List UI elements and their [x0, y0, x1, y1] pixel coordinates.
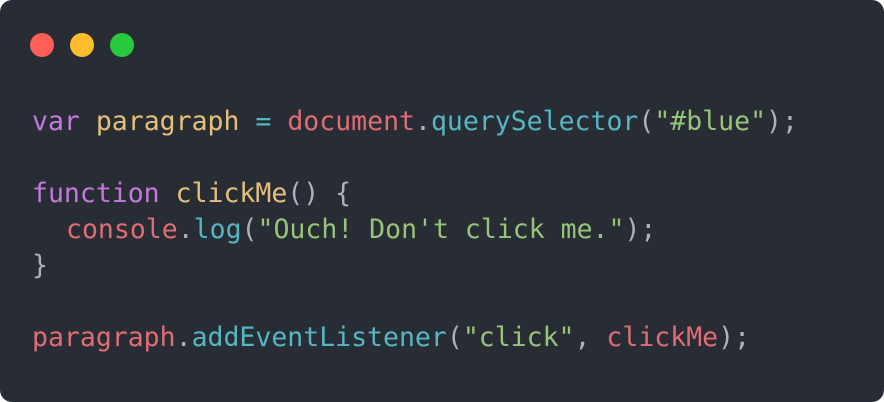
code-token-punctuation: (: [241, 214, 258, 245]
code-token-method: log: [193, 214, 242, 245]
code-line: var paragraph = document.querySelector("…: [32, 104, 798, 140]
code-token-punctuation: (: [446, 322, 463, 353]
code-token-variable: document: [287, 106, 415, 137]
code-block: var paragraph = document.querySelector("…: [32, 104, 798, 356]
code-line: paragraph.addEventListener("click", clic…: [32, 320, 798, 356]
code-token-keyword: var: [32, 106, 80, 137]
code-token-string: "click": [462, 322, 575, 353]
code-token-punctuation: ,: [574, 322, 607, 353]
code-token-variable: clickMe: [606, 322, 719, 353]
code-line: }: [32, 248, 798, 284]
code-line: console.log("Ouch! Don't click me.");: [32, 212, 798, 248]
code-token-method: addEventListener: [191, 322, 447, 353]
code-token-punctuation: }: [32, 250, 48, 281]
close-dot-icon[interactable]: [30, 33, 54, 57]
code-token-string: "Ouch! Don't click me.": [257, 214, 625, 245]
code-token-punctuation: .: [175, 322, 192, 353]
code-token-method: =: [255, 106, 272, 137]
code-token-function: paragraph: [95, 106, 240, 137]
code-token-variable: paragraph: [32, 322, 176, 353]
code-token-punctuation: .: [177, 214, 194, 245]
code-token-punctuation: () {: [287, 178, 352, 209]
code-token-punctuation: );: [624, 214, 657, 245]
code-token-keyword: function: [32, 178, 160, 209]
code-token-punctuation: [271, 106, 287, 137]
code-token-variable: console: [66, 214, 178, 245]
code-window: var paragraph = document.querySelector("…: [0, 0, 884, 402]
code-token-function: clickMe: [175, 178, 288, 209]
window-controls: [30, 33, 134, 57]
code-token-punctuation: [160, 178, 176, 209]
code-line: function clickMe() {: [32, 176, 798, 212]
minimize-dot-icon[interactable]: [70, 33, 94, 57]
code-token-string: "#blue": [654, 106, 767, 137]
code-token-punctuation: [239, 106, 255, 137]
code-token-method: querySelector: [430, 106, 639, 137]
maximize-dot-icon[interactable]: [110, 33, 134, 57]
code-token-punctuation: );: [718, 322, 751, 353]
code-token-punctuation: );: [766, 106, 798, 137]
code-token-punctuation: (: [638, 106, 655, 137]
code-token-punctuation: [80, 106, 96, 137]
code-token-punctuation: .: [414, 106, 431, 137]
